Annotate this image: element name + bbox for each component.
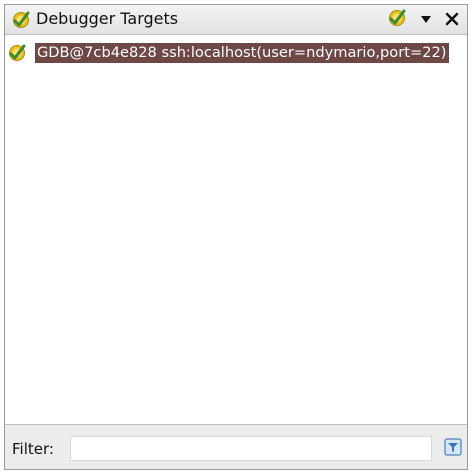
dropdown-menu-icon [419,11,433,30]
filter-options-button[interactable] [442,438,464,460]
connect-target-icon [387,8,407,32]
filter-label: Filter: [12,440,54,458]
connect-target-button[interactable] [387,8,407,32]
panel-titlebar: Debugger Targets [5,5,467,35]
debugger-target-icon [11,10,31,30]
debugger-target-icon [7,43,27,63]
panel-menu-button[interactable] [416,10,436,30]
close-icon [445,11,459,30]
targets-tree[interactable]: GDB@7cb4e828 ssh:localhost(user=ndymario… [5,35,467,425]
panel-title: Debugger Targets [36,9,179,28]
filter-input[interactable] [70,436,432,461]
panel-close-button[interactable] [442,10,462,30]
target-row[interactable]: GDB@7cb4e828 ssh:localhost(user=ndymario… [7,42,450,64]
filter-options-icon [443,437,463,461]
target-label[interactable]: GDB@7cb4e828 ssh:localhost(user=ndymario… [35,43,450,63]
filter-bar: Filter: [5,430,467,469]
debugger-targets-window: Debugger Targets GDB@7cb4e828 ssh:localh… [4,4,468,470]
